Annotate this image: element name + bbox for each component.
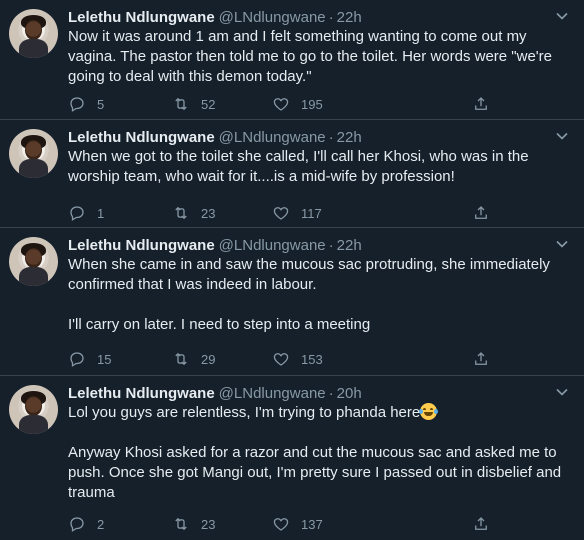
heart-icon xyxy=(273,207,289,220)
retweet-icon xyxy=(175,206,187,220)
retweet-count: 23 xyxy=(201,516,216,532)
like-count: 137 xyxy=(301,516,323,532)
retweet-button[interactable]: 52 xyxy=(172,93,215,115)
share-button[interactable] xyxy=(472,202,490,224)
avatar[interactable] xyxy=(9,237,58,286)
avatar[interactable] xyxy=(9,9,58,58)
separator-dot: · xyxy=(328,385,334,402)
retweet-count: 52 xyxy=(201,96,216,112)
retweet-icon xyxy=(175,97,187,111)
timestamp[interactable]: 22h xyxy=(337,237,362,254)
tweet-paragraph: When she came in and saw the mucous sac … xyxy=(68,256,550,293)
author-name[interactable]: Lelethu Ndlungwane xyxy=(68,237,215,254)
timestamp[interactable]: 22h xyxy=(337,129,362,146)
reply-icon xyxy=(70,352,84,367)
tweet-header: Lelethu Ndlungwane @LNdlungwane · 22h xyxy=(68,236,362,255)
chevron-down-icon[interactable] xyxy=(552,126,572,146)
tweet-actions: 15 29 153 xyxy=(68,348,508,370)
like-count: 117 xyxy=(301,205,322,221)
tweet-paragraph-text: Lol you guys are relentless, I'm trying … xyxy=(68,404,421,421)
author-name[interactable]: Lelethu Ndlungwane xyxy=(68,129,215,146)
separator-dot: · xyxy=(328,129,334,146)
chevron-down-icon[interactable] xyxy=(552,382,572,402)
share-icon xyxy=(475,352,487,365)
separator-dot: · xyxy=(328,237,334,254)
reply-count: 5 xyxy=(97,96,105,112)
retweet-icon xyxy=(175,352,187,366)
avatar[interactable] xyxy=(9,129,58,178)
author-name[interactable]: Lelethu Ndlungwane xyxy=(68,385,215,402)
tweet-actions: 1 23 117 xyxy=(68,202,508,224)
author-handle[interactable]: @LNdlungwane xyxy=(219,129,326,146)
tweet-paragraph: Lol you guys are relentless, I'm trying … xyxy=(68,403,568,423)
author-handle[interactable]: @LNdlungwane xyxy=(219,385,326,402)
timestamp[interactable]: 22h xyxy=(337,9,362,26)
heart-icon xyxy=(273,518,289,531)
like-count: 153 xyxy=(301,351,323,367)
timestamp[interactable]: 20h xyxy=(337,385,362,402)
chevron-down-icon[interactable] xyxy=(552,6,572,26)
tweet[interactable]: Lelethu Ndlungwane @LNdlungwane · 22h When … xyxy=(0,120,584,228)
share-icon xyxy=(475,97,487,110)
share-icon xyxy=(475,517,487,530)
face-with-tears-of-joy-emoji xyxy=(419,403,439,420)
heart-icon xyxy=(273,98,289,111)
tweet-paragraph: When we got to the toilet she called, I'… xyxy=(68,148,529,185)
reply-icon xyxy=(70,517,84,532)
tweet-text: When we got to the toilet she called, I'… xyxy=(68,147,568,187)
chevron-down-icon[interactable] xyxy=(552,234,572,254)
tweet-header: Lelethu Ndlungwane @LNdlungwane · 22h xyxy=(68,8,362,27)
tweet-header: Lelethu Ndlungwane @LNdlungwane · 22h xyxy=(68,128,362,147)
separator-dot: · xyxy=(328,9,334,26)
share-icon xyxy=(475,206,487,219)
tweet-header: Lelethu Ndlungwane @LNdlungwane · 20h xyxy=(68,384,362,403)
tweet-text: Lol you guys are relentless, I'm trying … xyxy=(68,403,568,503)
tweet[interactable]: Lelethu Ndlungwane @LNdlungwane · 22h When … xyxy=(0,228,584,376)
tweet-paragraph: Anyway Khosi asked for a razor and cut t… xyxy=(68,444,562,501)
tweet-actions: 5 52 195 xyxy=(68,93,508,115)
tweet-actions: 2 23 137 xyxy=(68,513,508,535)
share-button[interactable] xyxy=(472,93,490,115)
like-button[interactable]: 153 xyxy=(272,348,323,370)
reply-button[interactable]: 2 xyxy=(68,513,104,535)
retweet-count: 23 xyxy=(201,205,216,221)
reply-count: 2 xyxy=(97,516,105,532)
reply-icon xyxy=(70,206,84,221)
retweet-button[interactable]: 23 xyxy=(172,513,215,535)
tweet[interactable]: Lelethu Ndlungwane @LNdlungwane · 22h Now i… xyxy=(0,0,584,120)
author-name[interactable]: Lelethu Ndlungwane xyxy=(68,9,215,26)
heart-icon xyxy=(273,353,289,366)
tweet-text: When she came in and saw the mucous sac … xyxy=(68,255,568,335)
like-button[interactable]: 117 xyxy=(272,202,322,224)
author-handle[interactable]: @LNdlungwane xyxy=(219,237,326,254)
tweet-text: Now it was around 1 am and I felt someth… xyxy=(68,27,568,87)
retweet-count: 29 xyxy=(201,351,216,367)
reply-icon xyxy=(70,97,84,112)
reply-button[interactable]: 1 xyxy=(68,202,104,224)
share-button[interactable] xyxy=(472,513,490,535)
reply-button[interactable]: 5 xyxy=(68,93,104,115)
tweet-paragraph: Now it was around 1 am and I felt someth… xyxy=(68,28,552,85)
reply-count: 1 xyxy=(97,205,105,221)
retweet-button[interactable]: 23 xyxy=(172,202,215,224)
author-handle[interactable]: @LNdlungwane xyxy=(219,9,326,26)
share-button[interactable] xyxy=(472,348,490,370)
reply-button[interactable]: 15 xyxy=(68,348,111,370)
tweet[interactable]: Lelethu Ndlungwane @LNdlungwane · 20h Lol y… xyxy=(0,376,584,540)
like-button[interactable]: 137 xyxy=(272,513,323,535)
retweet-button[interactable]: 29 xyxy=(172,348,215,370)
retweet-icon xyxy=(175,517,187,531)
like-count: 195 xyxy=(301,96,323,112)
avatar[interactable] xyxy=(9,385,58,434)
reply-count: 15 xyxy=(97,351,112,367)
like-button[interactable]: 195 xyxy=(272,93,323,115)
tweet-paragraph: I'll carry on later. I need to step into… xyxy=(68,316,371,333)
